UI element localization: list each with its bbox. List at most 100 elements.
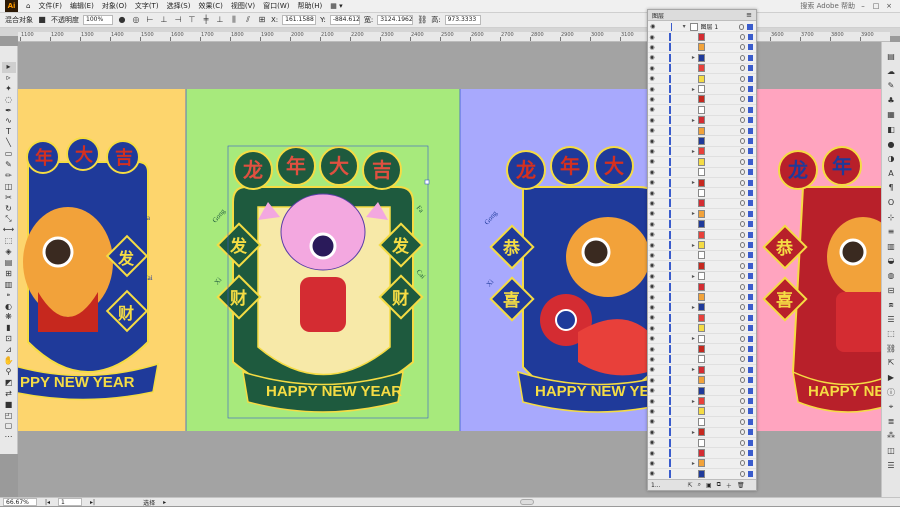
target-circle-icon[interactable] (740, 86, 746, 93)
layer-row[interactable]: ◉ (648, 230, 756, 241)
selection-indicator[interactable] (748, 221, 753, 228)
swatches-icon[interactable]: ▦ (884, 108, 898, 123)
layer-row[interactable]: ◉ ▸ (648, 272, 756, 282)
selection-indicator[interactable] (748, 377, 753, 384)
layer-row[interactable]: ◉ (648, 261, 756, 272)
shape-builder-icon[interactable]: ◈ (2, 247, 16, 258)
target-circle-icon[interactable] (740, 314, 746, 321)
visibility-eye-icon[interactable]: ◉ (648, 200, 656, 207)
slice-tool-icon[interactable]: ⊿ (2, 345, 16, 356)
symbols-icon[interactable]: ♣ (884, 94, 898, 109)
close-icon[interactable]: × (884, 2, 894, 10)
expand-chevron-icon[interactable]: ▸ (689, 460, 699, 467)
selection-indicator[interactable] (748, 325, 753, 332)
expand-chevron-icon[interactable]: ▸ (689, 242, 699, 249)
artboard-number-field[interactable]: 1 (58, 498, 83, 506)
expand-chevron-icon[interactable]: ▸ (689, 304, 699, 311)
layer-row[interactable]: ◉ ▸ (648, 240, 756, 251)
visibility-eye-icon[interactable]: ◉ (648, 314, 656, 321)
graphic-styles-icon[interactable]: ◧ (884, 123, 898, 138)
visibility-eye-icon[interactable]: ◉ (648, 44, 656, 51)
paragraph-icon[interactable]: ¶ (884, 181, 898, 196)
visibility-eye-icon[interactable]: ◉ (648, 23, 658, 30)
target-circle-icon[interactable] (740, 138, 746, 145)
visibility-eye-icon[interactable]: ◉ (648, 231, 656, 238)
target-circle-icon[interactable] (740, 148, 746, 155)
visibility-eye-icon[interactable]: ◉ (648, 387, 656, 394)
visibility-eye-icon[interactable]: ◉ (648, 54, 656, 61)
layer-row[interactable]: ◉ ▸ (648, 53, 756, 64)
visibility-eye-icon[interactable]: ◉ (648, 138, 656, 145)
menu-effect[interactable]: 效果(C) (194, 1, 226, 11)
selection-indicator[interactable] (748, 242, 753, 249)
layer-row[interactable]: ◉ ▸ (648, 365, 756, 376)
menu-select[interactable]: 选择(S) (163, 1, 195, 11)
selection-indicator[interactable] (748, 75, 753, 82)
target-circle-icon[interactable] (740, 325, 746, 332)
visibility-eye-icon[interactable]: ◉ (648, 117, 656, 124)
menu-view[interactable]: 视图(V) (227, 1, 259, 11)
selection-indicator[interactable] (748, 169, 753, 176)
visibility-eye-icon[interactable]: ◉ (648, 252, 656, 259)
new-layer-icon[interactable]: ＋ (726, 481, 732, 490)
target-circle-icon[interactable] (740, 460, 746, 467)
visibility-eye-icon[interactable]: ◉ (648, 242, 656, 249)
layers-icon[interactable]: ☰ (884, 313, 898, 328)
visibility-eye-icon[interactable]: ◉ (648, 179, 656, 186)
selection-indicator[interactable] (748, 470, 753, 477)
visibility-eye-icon[interactable]: ◉ (648, 273, 656, 280)
magic-wand-icon[interactable]: ✦ (2, 84, 16, 95)
zoom-tool-icon[interactable]: ⚲ (2, 367, 16, 378)
layer-row[interactable]: ◉ (648, 344, 756, 355)
more-panels-icon[interactable]: ☰ (884, 459, 898, 474)
artboard-tool-icon[interactable]: ⊡ (2, 334, 16, 345)
target-circle-icon[interactable] (740, 346, 746, 353)
fill-stroke-icon[interactable]: ◩ (2, 378, 16, 389)
expand-chevron-icon[interactable]: ▸ (689, 273, 699, 280)
selection-indicator[interactable] (748, 65, 753, 72)
brushes-icon[interactable]: ✎ (884, 79, 898, 94)
align-center-icon[interactable]: ⊥ (159, 15, 169, 25)
target-circle-icon[interactable] (740, 44, 746, 51)
actions-icon[interactable]: ▶ (884, 371, 898, 386)
expand-chevron-icon[interactable]: ▸ (689, 117, 699, 124)
direct-selection-tool-icon[interactable]: ▹ (2, 73, 16, 84)
horizontal-ruler[interactable]: 1100 1200 1300 1400 1500 1600 1700 1800 1900 2000… (18, 32, 890, 42)
target-circle-icon[interactable] (740, 179, 746, 186)
target-circle-icon[interactable] (740, 439, 746, 446)
distribute-icon[interactable]: ⫼ (229, 15, 239, 25)
visibility-eye-icon[interactable]: ◉ (648, 190, 656, 197)
distribute-h-icon[interactable]: ⫽ (243, 15, 253, 25)
eraser-icon[interactable]: ◫ (2, 182, 16, 193)
target-circle-icon[interactable] (740, 304, 746, 311)
selection-indicator[interactable] (748, 231, 753, 238)
blend-tool-icon[interactable]: ◐ (2, 302, 16, 313)
visibility-eye-icon[interactable]: ◉ (648, 65, 656, 72)
expand-chevron-icon[interactable]: ▸ (689, 335, 699, 342)
selection-indicator[interactable] (748, 210, 753, 217)
target-circle-icon[interactable] (740, 190, 746, 197)
document-info-icon[interactable]: ⁂ (884, 429, 898, 444)
opentype-icon[interactable]: O (884, 196, 898, 211)
expand-chevron-icon[interactable]: ▸ (689, 54, 699, 61)
layer-row[interactable]: ◉ ▸ (648, 459, 756, 470)
target-circle-icon[interactable] (740, 366, 746, 373)
properties-icon[interactable]: ▤ (884, 50, 898, 65)
layer-row[interactable]: ◉ (648, 376, 756, 386)
nav-first-icon[interactable]: |◂ (45, 499, 50, 506)
layer-name[interactable]: 图层 1 (701, 22, 739, 31)
selection-indicator[interactable] (747, 23, 754, 30)
status-arrow-icon[interactable]: ▸ (163, 499, 166, 506)
layer-row[interactable]: ◉ (648, 386, 756, 397)
target-circle-icon[interactable] (740, 65, 746, 72)
layers-panel-header[interactable]: 图层 ≡ (648, 10, 756, 21)
visibility-eye-icon[interactable]: ◉ (648, 408, 656, 415)
selection-indicator[interactable] (748, 273, 753, 280)
selection-indicator[interactable] (748, 346, 753, 353)
target-circle-icon[interactable] (740, 169, 746, 176)
align-panel-icon[interactable]: ⊟ (884, 284, 898, 299)
selection-indicator[interactable] (748, 398, 753, 405)
visibility-eye-icon[interactable]: ◉ (648, 294, 656, 301)
selection-indicator[interactable] (748, 86, 753, 93)
locate-icon[interactable]: ⌕ (698, 481, 701, 489)
